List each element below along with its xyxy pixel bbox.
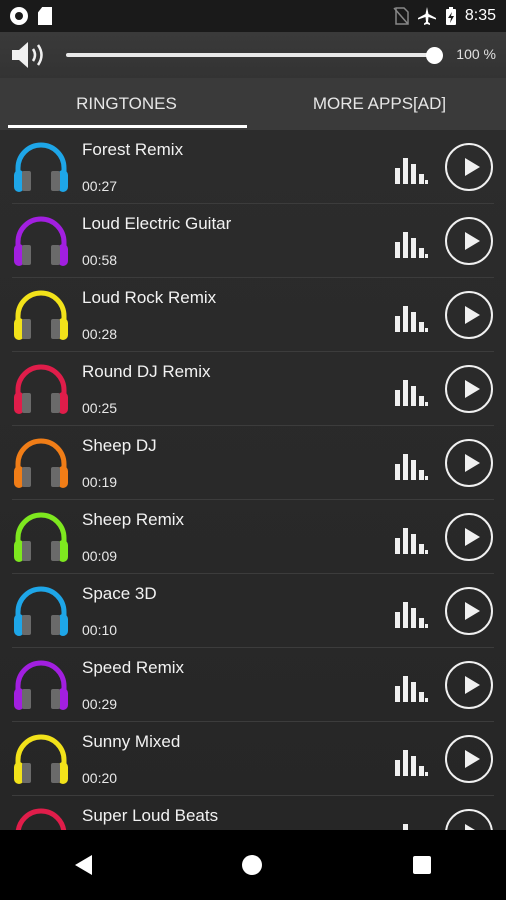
volume-percent: 100 % bbox=[456, 46, 496, 62]
equalizer-icon[interactable] bbox=[394, 820, 428, 830]
list-item[interactable]: Loud Electric Guitar 00:58 bbox=[12, 204, 494, 278]
play-button[interactable] bbox=[445, 291, 493, 339]
ringtone-title: Loud Electric Guitar bbox=[82, 214, 232, 233]
equalizer-icon[interactable] bbox=[394, 154, 428, 184]
equalizer-icon[interactable] bbox=[394, 524, 428, 554]
list-item[interactable]: Round DJ Remix 00:25 bbox=[12, 352, 494, 426]
list-item[interactable]: Super Loud Beats bbox=[12, 796, 494, 830]
headphones-icon bbox=[14, 290, 68, 340]
record-icon bbox=[10, 7, 28, 25]
ringtone-title: Speed Remix bbox=[82, 658, 185, 677]
speaker-icon[interactable] bbox=[10, 40, 48, 70]
volume-bar: 100 % bbox=[0, 32, 506, 78]
ringtone-title: Loud Rock Remix bbox=[82, 288, 217, 307]
ringtone-duration: 00:10 bbox=[82, 622, 118, 638]
play-button[interactable] bbox=[445, 217, 493, 265]
headphones-icon bbox=[15, 808, 67, 830]
headphones-icon bbox=[14, 364, 68, 414]
ringtone-duration: 00:29 bbox=[82, 696, 118, 712]
play-button[interactable] bbox=[445, 809, 493, 830]
equalizer-icon[interactable] bbox=[394, 746, 428, 776]
headphones-icon bbox=[14, 586, 68, 636]
navigation-bar bbox=[0, 830, 506, 900]
equalizer-icon[interactable] bbox=[394, 598, 428, 628]
headphones-icon bbox=[14, 438, 68, 488]
ringtone-title: Round DJ Remix bbox=[82, 362, 211, 381]
list-item[interactable]: Sheep DJ 00:19 bbox=[12, 426, 494, 500]
volume-slider-thumb[interactable] bbox=[426, 47, 443, 64]
play-button[interactable] bbox=[445, 661, 493, 709]
ringtone-title: Super Loud Beats bbox=[82, 806, 219, 825]
play-button[interactable] bbox=[445, 439, 493, 487]
equalizer-icon[interactable] bbox=[394, 672, 428, 702]
ringtone-duration: 00:28 bbox=[82, 326, 118, 342]
ringtone-title: Sunny Mixed bbox=[82, 732, 181, 751]
list-item[interactable]: Sunny Mixed 00:20 bbox=[12, 722, 494, 796]
ringtone-duration: 00:19 bbox=[82, 474, 118, 490]
home-icon[interactable] bbox=[242, 855, 263, 875]
ringtone-title: Forest Remix bbox=[82, 140, 184, 159]
ringtone-title: Sheep Remix bbox=[82, 510, 185, 529]
headphones-icon bbox=[14, 512, 68, 562]
headphones-icon bbox=[14, 734, 68, 784]
headphones-icon bbox=[14, 142, 68, 192]
list-item[interactable]: Loud Rock Remix 00:28 bbox=[12, 278, 494, 352]
headphones-icon bbox=[14, 660, 68, 710]
ringtone-title: Space 3D bbox=[82, 584, 157, 603]
equalizer-icon[interactable] bbox=[394, 376, 428, 406]
recents-icon[interactable] bbox=[412, 856, 431, 874]
tab-ringtones[interactable]: RINGTONES bbox=[0, 78, 253, 130]
equalizer-icon[interactable] bbox=[394, 228, 428, 258]
ringtone-duration: 00:25 bbox=[82, 400, 118, 416]
ringtone-duration: 00:27 bbox=[82, 178, 118, 194]
no-sim-icon bbox=[393, 7, 409, 25]
play-button[interactable] bbox=[445, 143, 493, 191]
list-item[interactable]: Speed Remix 00:29 bbox=[12, 648, 494, 722]
sd-card-icon bbox=[38, 7, 52, 25]
tab-bar: RINGTONES MORE APPS[AD] bbox=[0, 78, 506, 130]
battery-charging-icon bbox=[445, 7, 456, 25]
airplane-icon bbox=[417, 7, 436, 25]
ringtone-duration: 00:58 bbox=[82, 252, 118, 268]
status-bar: 8:35 bbox=[0, 0, 506, 32]
list-item[interactable]: Space 3D 00:10 bbox=[12, 574, 494, 648]
back-icon[interactable] bbox=[75, 855, 93, 875]
volume-slider[interactable] bbox=[66, 53, 436, 57]
equalizer-icon[interactable] bbox=[394, 302, 428, 332]
clock: 8:35 bbox=[464, 7, 496, 24]
equalizer-icon[interactable] bbox=[394, 450, 428, 480]
list-item[interactable]: Sheep Remix 00:09 bbox=[12, 500, 494, 574]
ringtone-list: Forest Remix 00:27 Loud Electric Guitar 00:… bbox=[0, 130, 506, 830]
play-button[interactable] bbox=[445, 587, 493, 635]
list-item[interactable]: Forest Remix 00:27 bbox=[12, 130, 494, 204]
play-button[interactable] bbox=[445, 735, 493, 783]
play-button[interactable] bbox=[445, 513, 493, 561]
play-button[interactable] bbox=[445, 365, 493, 413]
ringtone-duration: 00:20 bbox=[82, 770, 118, 786]
headphones-icon bbox=[14, 216, 68, 266]
ringtone-duration: 00:09 bbox=[82, 548, 118, 564]
tab-more-apps[interactable]: MORE APPS[AD] bbox=[253, 78, 506, 130]
ringtone-title: Sheep DJ bbox=[82, 436, 157, 455]
